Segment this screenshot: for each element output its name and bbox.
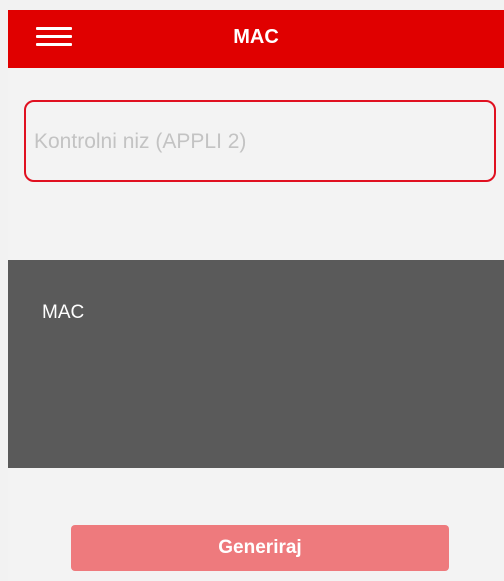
- hamburger-menu-icon: [36, 27, 72, 30]
- generate-button[interactable]: Generiraj: [71, 525, 449, 571]
- page-title: MAC: [233, 26, 279, 48]
- control-string-field-wrapper: [24, 100, 496, 182]
- menu-button[interactable]: [36, 23, 72, 51]
- hamburger-menu-icon: [36, 43, 72, 46]
- mac-result-panel: MAC: [8, 260, 504, 468]
- mac-result-label: MAC: [42, 302, 85, 323]
- hamburger-menu-icon: [36, 35, 72, 38]
- control-string-input[interactable]: [34, 124, 484, 160]
- app-header: MAC: [8, 10, 504, 68]
- app-screen: MAC MAC Generiraj: [8, 10, 504, 581]
